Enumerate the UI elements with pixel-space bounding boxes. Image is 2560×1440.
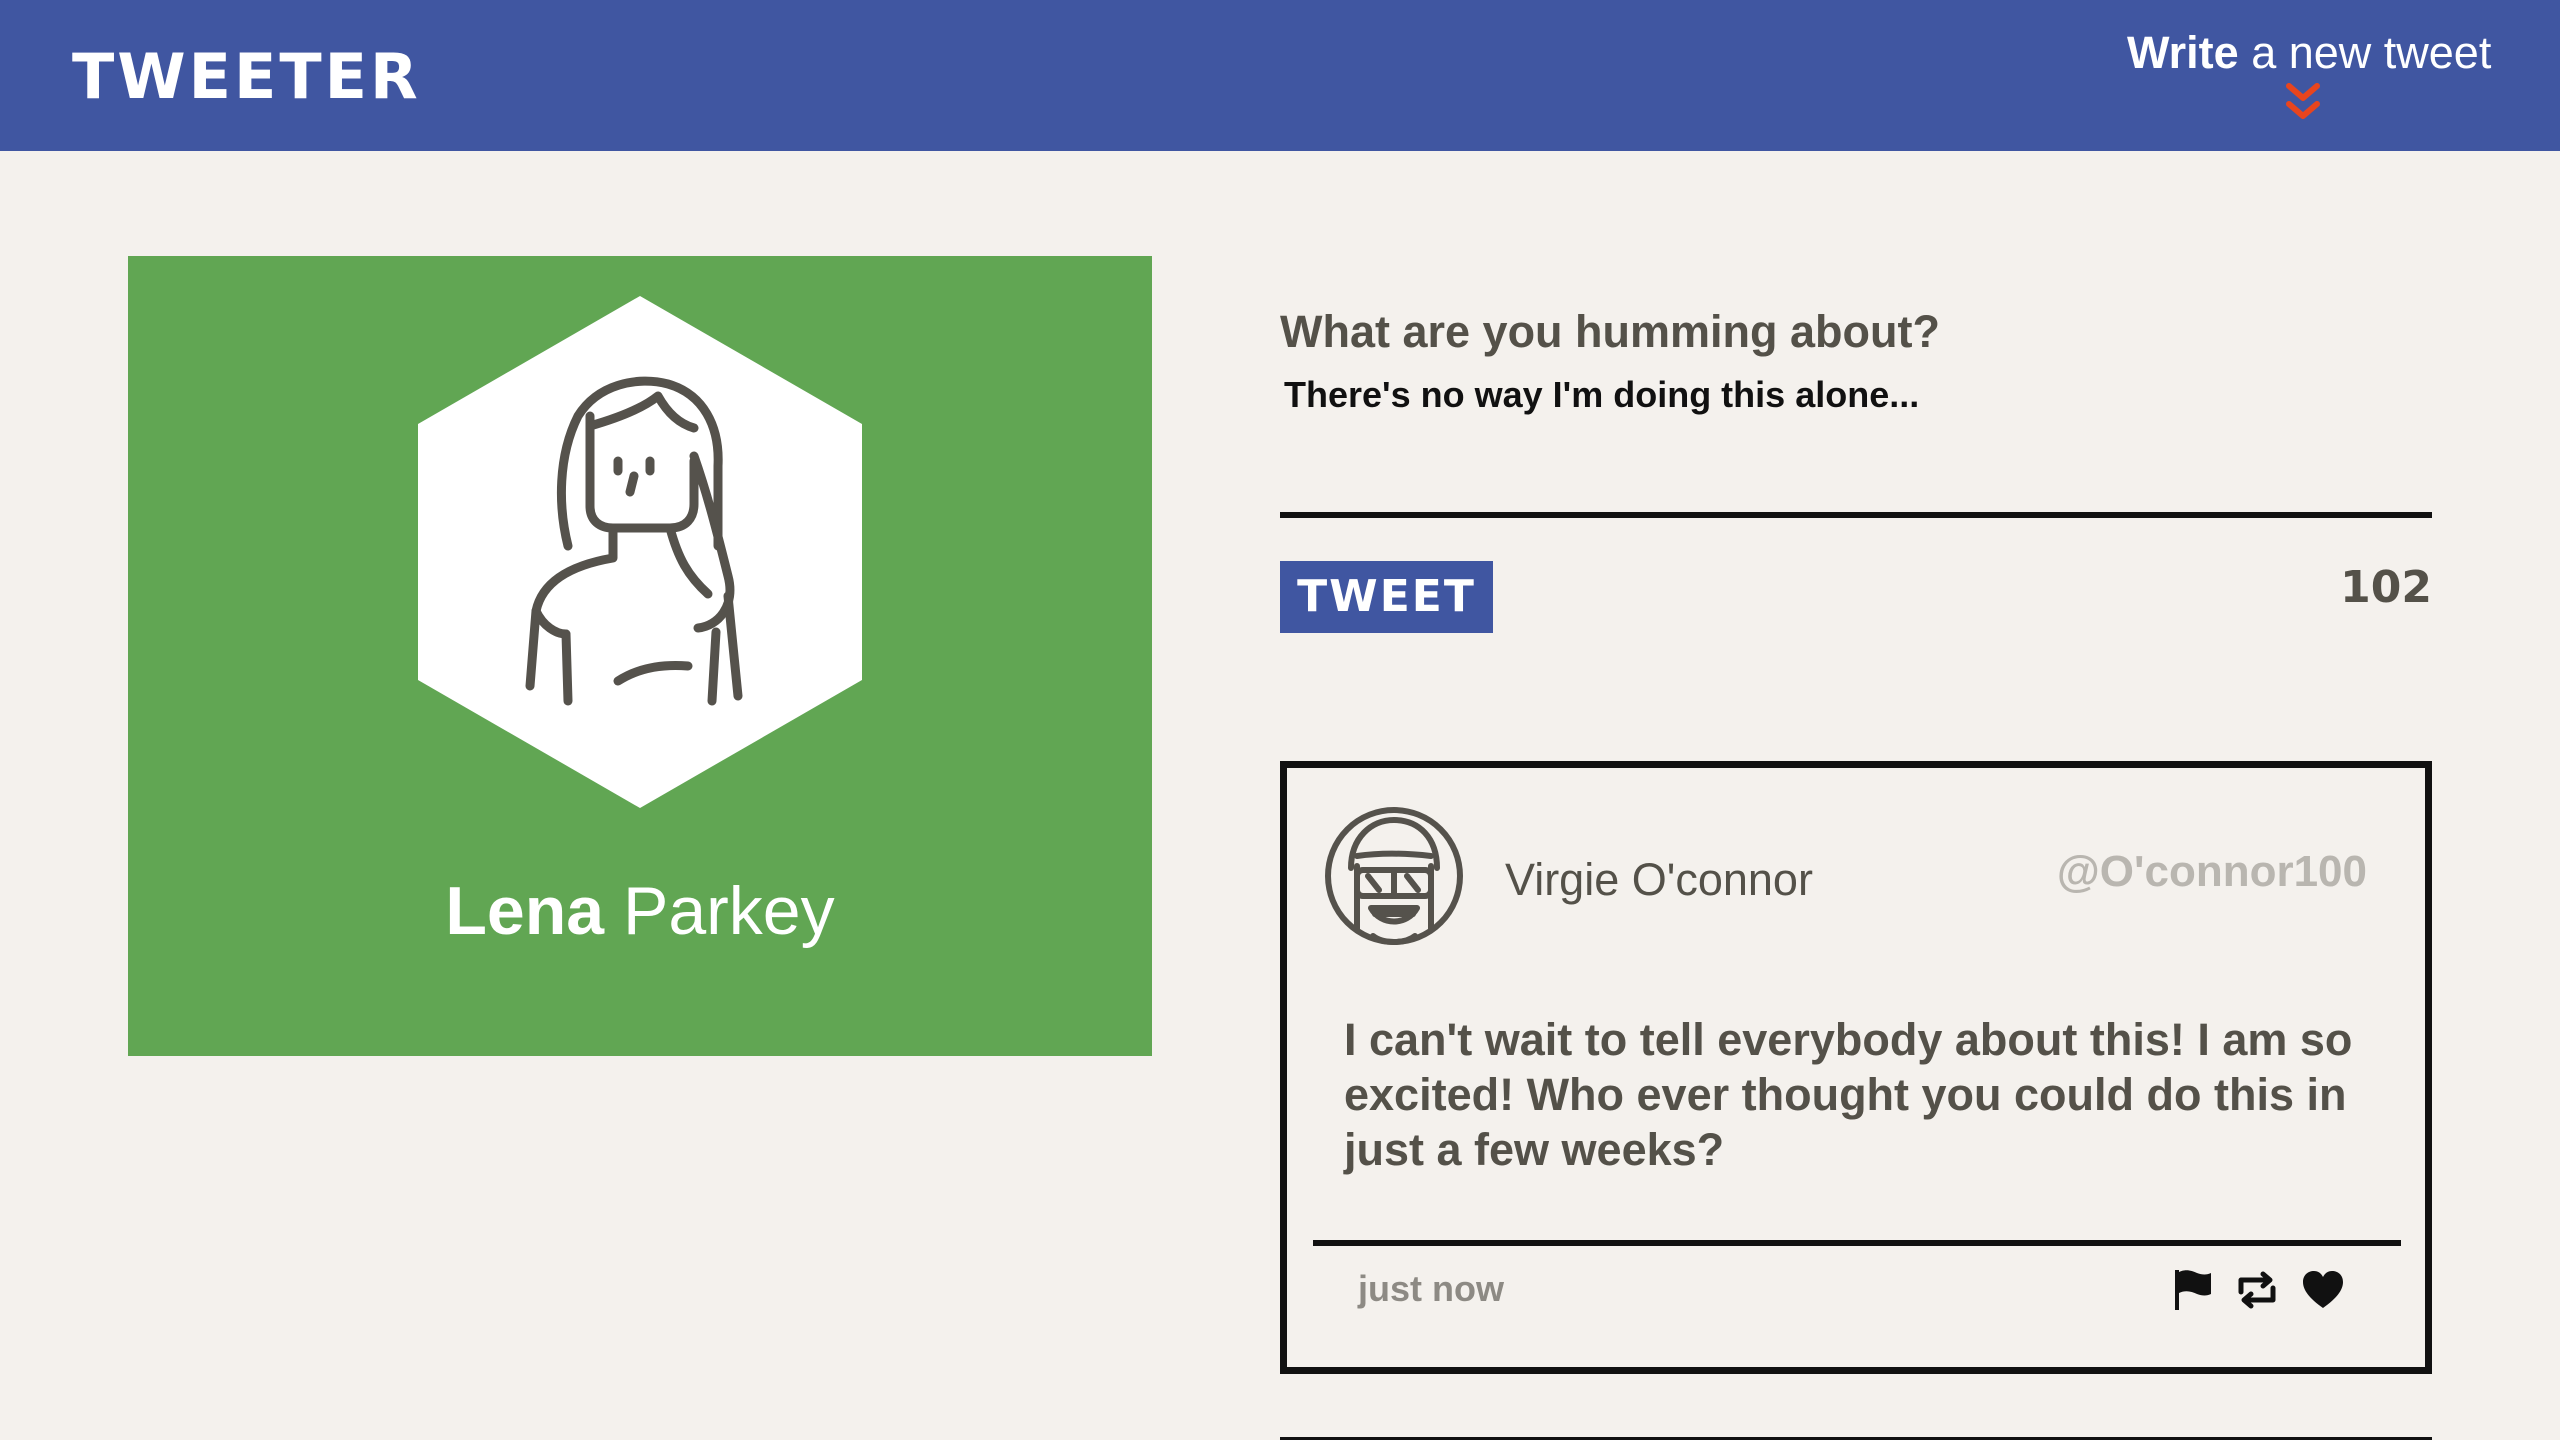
tweet-author-name[interactable]: Virgie O'connor <box>1505 852 1813 908</box>
app-logo[interactable]: TWEETER <box>72 38 421 116</box>
tweet-body: I can't wait to tell everybody about thi… <box>1344 1014 2353 1175</box>
compose-toggle-bold: Write <box>2127 27 2239 78</box>
compose-label: What are you humming about? <box>1280 306 1940 357</box>
retweet-icon[interactable] <box>2233 1266 2281 1314</box>
sunglasses-avatar-icon <box>1325 807 1463 945</box>
tweet-text-input[interactable]: There's no way I'm doing this alone... <box>1280 368 2432 518</box>
tweet-timestamp: just now <box>1358 1268 1504 1309</box>
flag-icon[interactable] <box>2167 1266 2215 1314</box>
woman-avatar-icon <box>418 296 862 808</box>
tweet-card: Virgie O'connor @O'connor100 I can't wai… <box>1280 761 2432 1374</box>
compose-toggle-label[interactable]: Write a new tweet <box>2127 25 2491 81</box>
top-nav: TWEETER Write a new tweet <box>0 0 2560 151</box>
tweet-submit-button[interactable]: TWEET <box>1280 561 1493 633</box>
heart-icon[interactable] <box>2299 1266 2347 1314</box>
tweet-author-handle[interactable]: @O'connor100 <box>2057 844 2367 900</box>
tweet-actions <box>2167 1266 2367 1314</box>
profile-name: Lena Parkey <box>128 871 1152 951</box>
profile-last-name: Parkey <box>622 873 835 949</box>
tweet-divider <box>1313 1240 2401 1246</box>
double-chevron-down-icon[interactable] <box>2285 80 2321 126</box>
char-counter: 102 <box>2340 562 2432 613</box>
compose-toggle-rest: a new tweet <box>2238 27 2492 78</box>
profile-card: Lena Parkey <box>128 256 1152 1056</box>
profile-first-name: Lena <box>445 873 605 949</box>
